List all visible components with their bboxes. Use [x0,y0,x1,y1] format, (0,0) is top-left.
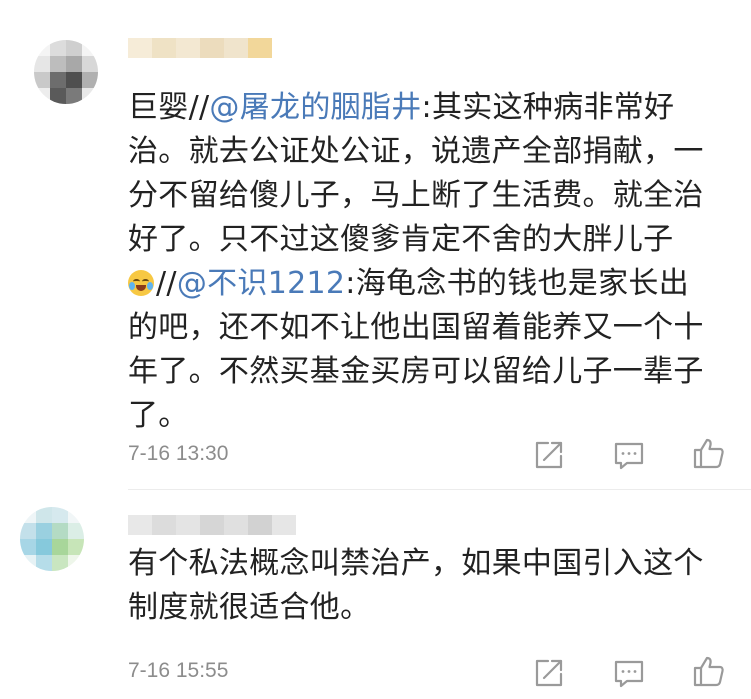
username[interactable] [128,515,296,535]
like-button[interactable] [692,654,726,688]
avatar[interactable] [20,507,84,571]
mention-link[interactable]: @屠龙的胭脂井 [209,90,421,125]
comment-icon [614,660,644,688]
comment-icon [614,442,644,470]
comment-line: 巨婴//@屠龙的胭脂井:其实这种病非常好 [128,86,728,130]
avatar[interactable] [34,40,98,104]
comment-time: 7-16 15:55 [128,659,229,682]
comment-line: 好了。只不过这傻爹肯定不舍的大胖儿子 [128,222,674,257]
comment-line: //@不识1212:海龟念书的钱也是家长出 [128,262,728,306]
comment-line: 了。 [128,398,189,433]
comment-button[interactable] [612,438,646,472]
text-segment: :其实这种病非常好 [421,90,675,125]
comment-line: 制度就很适合他。 [128,590,371,625]
comment-line: 年了。不然买基金买房可以留给儿子一辈子 [128,354,704,389]
comment-item: 巨婴//@屠龙的胭脂井:其实这种病非常好 治。就去公证处公证，说遗产全部捐献，一… [0,0,751,490]
like-icon [693,438,724,469]
like-icon [693,656,724,687]
comment-button[interactable] [612,656,646,690]
laugh-cry-emoji [128,270,154,296]
text-segment: // [156,266,177,301]
forward-button[interactable] [532,656,566,690]
comment-text: 有个私法概念叫禁治产，如果中国引入这个 制度就很适合他。 [128,542,728,630]
username[interactable] [128,38,272,58]
comment-time: 7-16 13:30 [128,442,229,465]
comment-text: 巨婴//@屠龙的胭脂井:其实这种病非常好 治。就去公证处公证，说遗产全部捐献，一… [128,86,728,438]
comment-line: 的吧，还不如不让他出国留着能养又一个十 [128,310,704,345]
comment-line: 有个私法概念叫禁治产，如果中国引入这个 [128,546,704,581]
forward-button[interactable] [532,438,566,472]
forward-icon [535,441,563,469]
comment-line: 分不留给傻儿子，马上断了生活费。就全治 [128,178,704,213]
forward-icon [535,659,563,687]
comment-line: 治。就去公证处公证，说遗产全部捐献，一 [128,134,704,169]
comment-item: 有个私法概念叫禁治产，如果中国引入这个 制度就很适合他。 7-16 15:55 [0,490,751,699]
text-segment: 巨婴// [128,90,210,125]
mention-link[interactable]: @不识1212 [177,266,345,301]
like-button[interactable] [692,436,726,470]
text-segment: :海龟念书的钱也是家长出 [345,266,689,301]
